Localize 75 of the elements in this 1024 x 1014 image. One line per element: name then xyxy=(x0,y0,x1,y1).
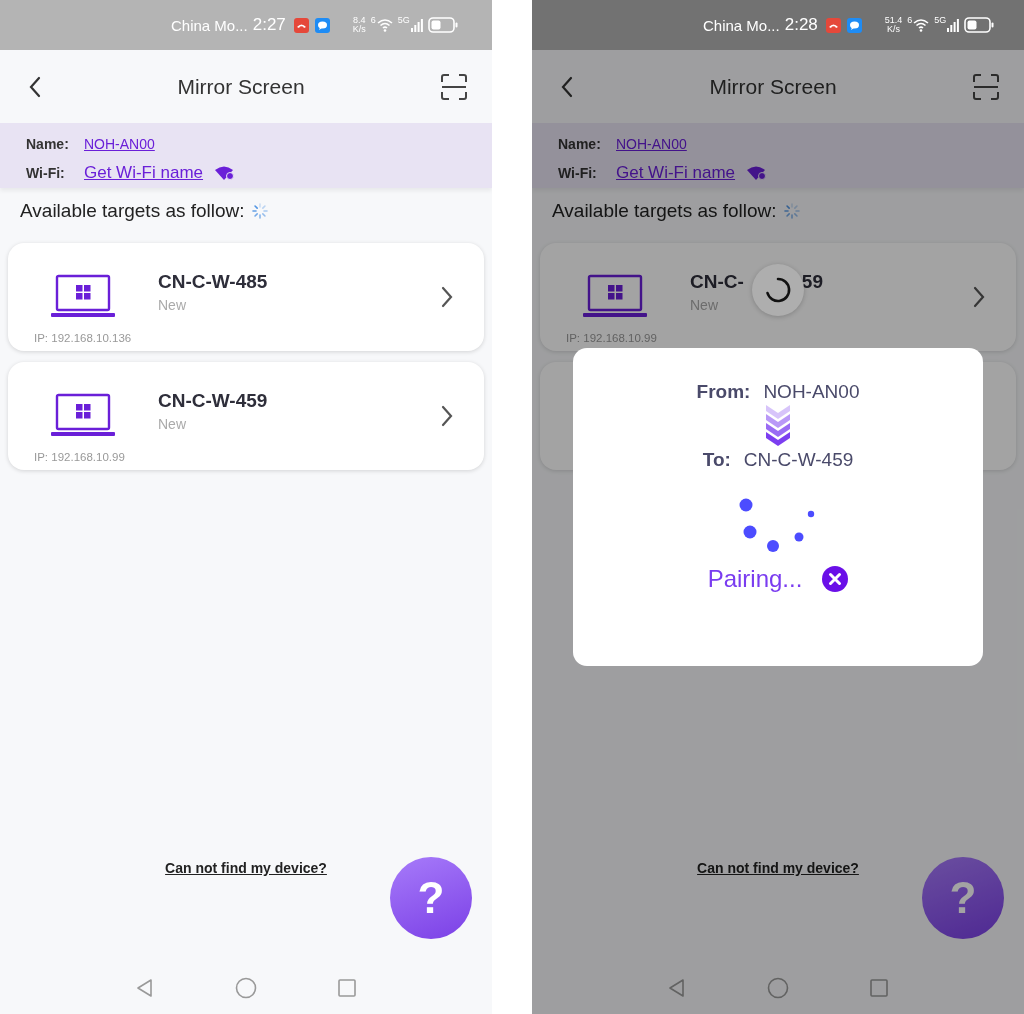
network-speed: 51.4 K/s xyxy=(884,16,903,34)
back-nav-icon[interactable] xyxy=(667,978,687,998)
device-name: 59 xyxy=(801,271,823,293)
help-button[interactable]: ? xyxy=(390,857,472,939)
back-icon xyxy=(28,75,42,98)
from-device: NOH-AN00 xyxy=(763,381,860,403)
name-label: Name: xyxy=(26,136,70,152)
back-icon xyxy=(560,75,574,98)
clock-time: 2:28 xyxy=(784,15,818,35)
pairing-status: Pairing... xyxy=(707,565,803,593)
cancel-button[interactable] xyxy=(822,566,849,592)
targets-heading: Available targets as follow: xyxy=(552,200,777,222)
device-name: CN-C-W-459 xyxy=(158,390,268,412)
device-status: New xyxy=(158,416,187,432)
chevron-right-icon xyxy=(972,286,986,308)
carrier-name: China Mo... xyxy=(171,16,248,34)
screen-title: Mirror Screen xyxy=(709,74,837,99)
signal-icon xyxy=(947,18,960,32)
recents-nav-icon[interactable] xyxy=(337,978,357,998)
recents-nav-icon[interactable] xyxy=(869,978,889,998)
from-label: From: xyxy=(696,381,751,403)
signal-icon xyxy=(410,18,423,32)
help-link[interactable]: Can not find my device? xyxy=(165,860,327,876)
targets-heading: Available targets as follow: xyxy=(20,200,245,222)
device-name: CN-C- xyxy=(690,271,744,293)
network-speed: 8.4 K/s xyxy=(352,16,366,34)
help-link[interactable]: Can not find my device? xyxy=(697,860,859,876)
wifi-label: 6 xyxy=(907,15,913,25)
battery-icon xyxy=(964,17,995,33)
to-label: To: xyxy=(702,449,731,471)
chevron-right-icon xyxy=(440,405,454,427)
message-icon xyxy=(846,17,862,33)
windows-laptop-icon xyxy=(583,274,647,318)
loading-spinner-icon xyxy=(250,202,269,220)
ip-address: IP: 192.168.10.136 xyxy=(34,332,132,344)
device-name-link[interactable]: NOH-AN00 xyxy=(616,136,687,152)
close-icon xyxy=(822,566,849,592)
device-status: New xyxy=(158,297,187,313)
ip-address: IP: 192.168.10.99 xyxy=(566,332,657,344)
wifi-icon xyxy=(913,18,930,32)
scan-button[interactable] xyxy=(438,71,470,102)
scan-icon xyxy=(440,73,468,100)
network-type-label: 5G xyxy=(397,15,410,25)
wifi-icon xyxy=(376,18,393,32)
back-nav-icon[interactable] xyxy=(135,978,155,998)
wifi-name-link[interactable]: Get Wi-Fi name xyxy=(616,163,736,183)
wifi-label: 6 xyxy=(370,15,376,25)
chevrons-down-icon xyxy=(765,403,791,449)
device-name: CN-C-W-485 xyxy=(158,271,268,293)
wifi-label: Wi-Fi: xyxy=(26,165,66,181)
network-type-label: 5G xyxy=(934,15,947,25)
missed-call-icon xyxy=(293,17,309,33)
to-device: CN-C-W-459 xyxy=(743,449,854,471)
device-name-link[interactable]: NOH-AN00 xyxy=(84,136,155,152)
clock-time: 2:27 xyxy=(252,15,286,35)
battery-icon xyxy=(427,17,458,33)
scan-icon xyxy=(972,73,1000,100)
wifi-label: Wi-Fi: xyxy=(558,165,598,181)
device-card[interactable]: CN-C-W-485 New IP: 192.168.10.136 xyxy=(8,243,484,351)
missed-call-icon xyxy=(825,17,841,33)
home-nav-icon[interactable] xyxy=(767,977,789,999)
progress-ring-icon xyxy=(764,276,792,304)
screen-title: Mirror Screen xyxy=(177,74,305,99)
ip-address: IP: 192.168.10.99 xyxy=(34,451,125,463)
message-icon xyxy=(314,17,330,33)
device-card[interactable]: CN-C-W-459 New IP: 192.168.10.99 xyxy=(8,362,484,470)
home-nav-icon[interactable] xyxy=(235,977,257,999)
scan-button[interactable] xyxy=(970,71,1002,102)
windows-laptop-icon xyxy=(51,393,115,437)
chevron-right-icon xyxy=(440,286,454,308)
windows-laptop-icon xyxy=(51,274,115,318)
help-button[interactable]: ? xyxy=(922,857,1004,939)
wifi-name-link[interactable]: Get Wi-Fi name xyxy=(84,163,204,183)
name-label: Name: xyxy=(558,136,602,152)
carrier-name: China Mo... xyxy=(703,16,780,34)
